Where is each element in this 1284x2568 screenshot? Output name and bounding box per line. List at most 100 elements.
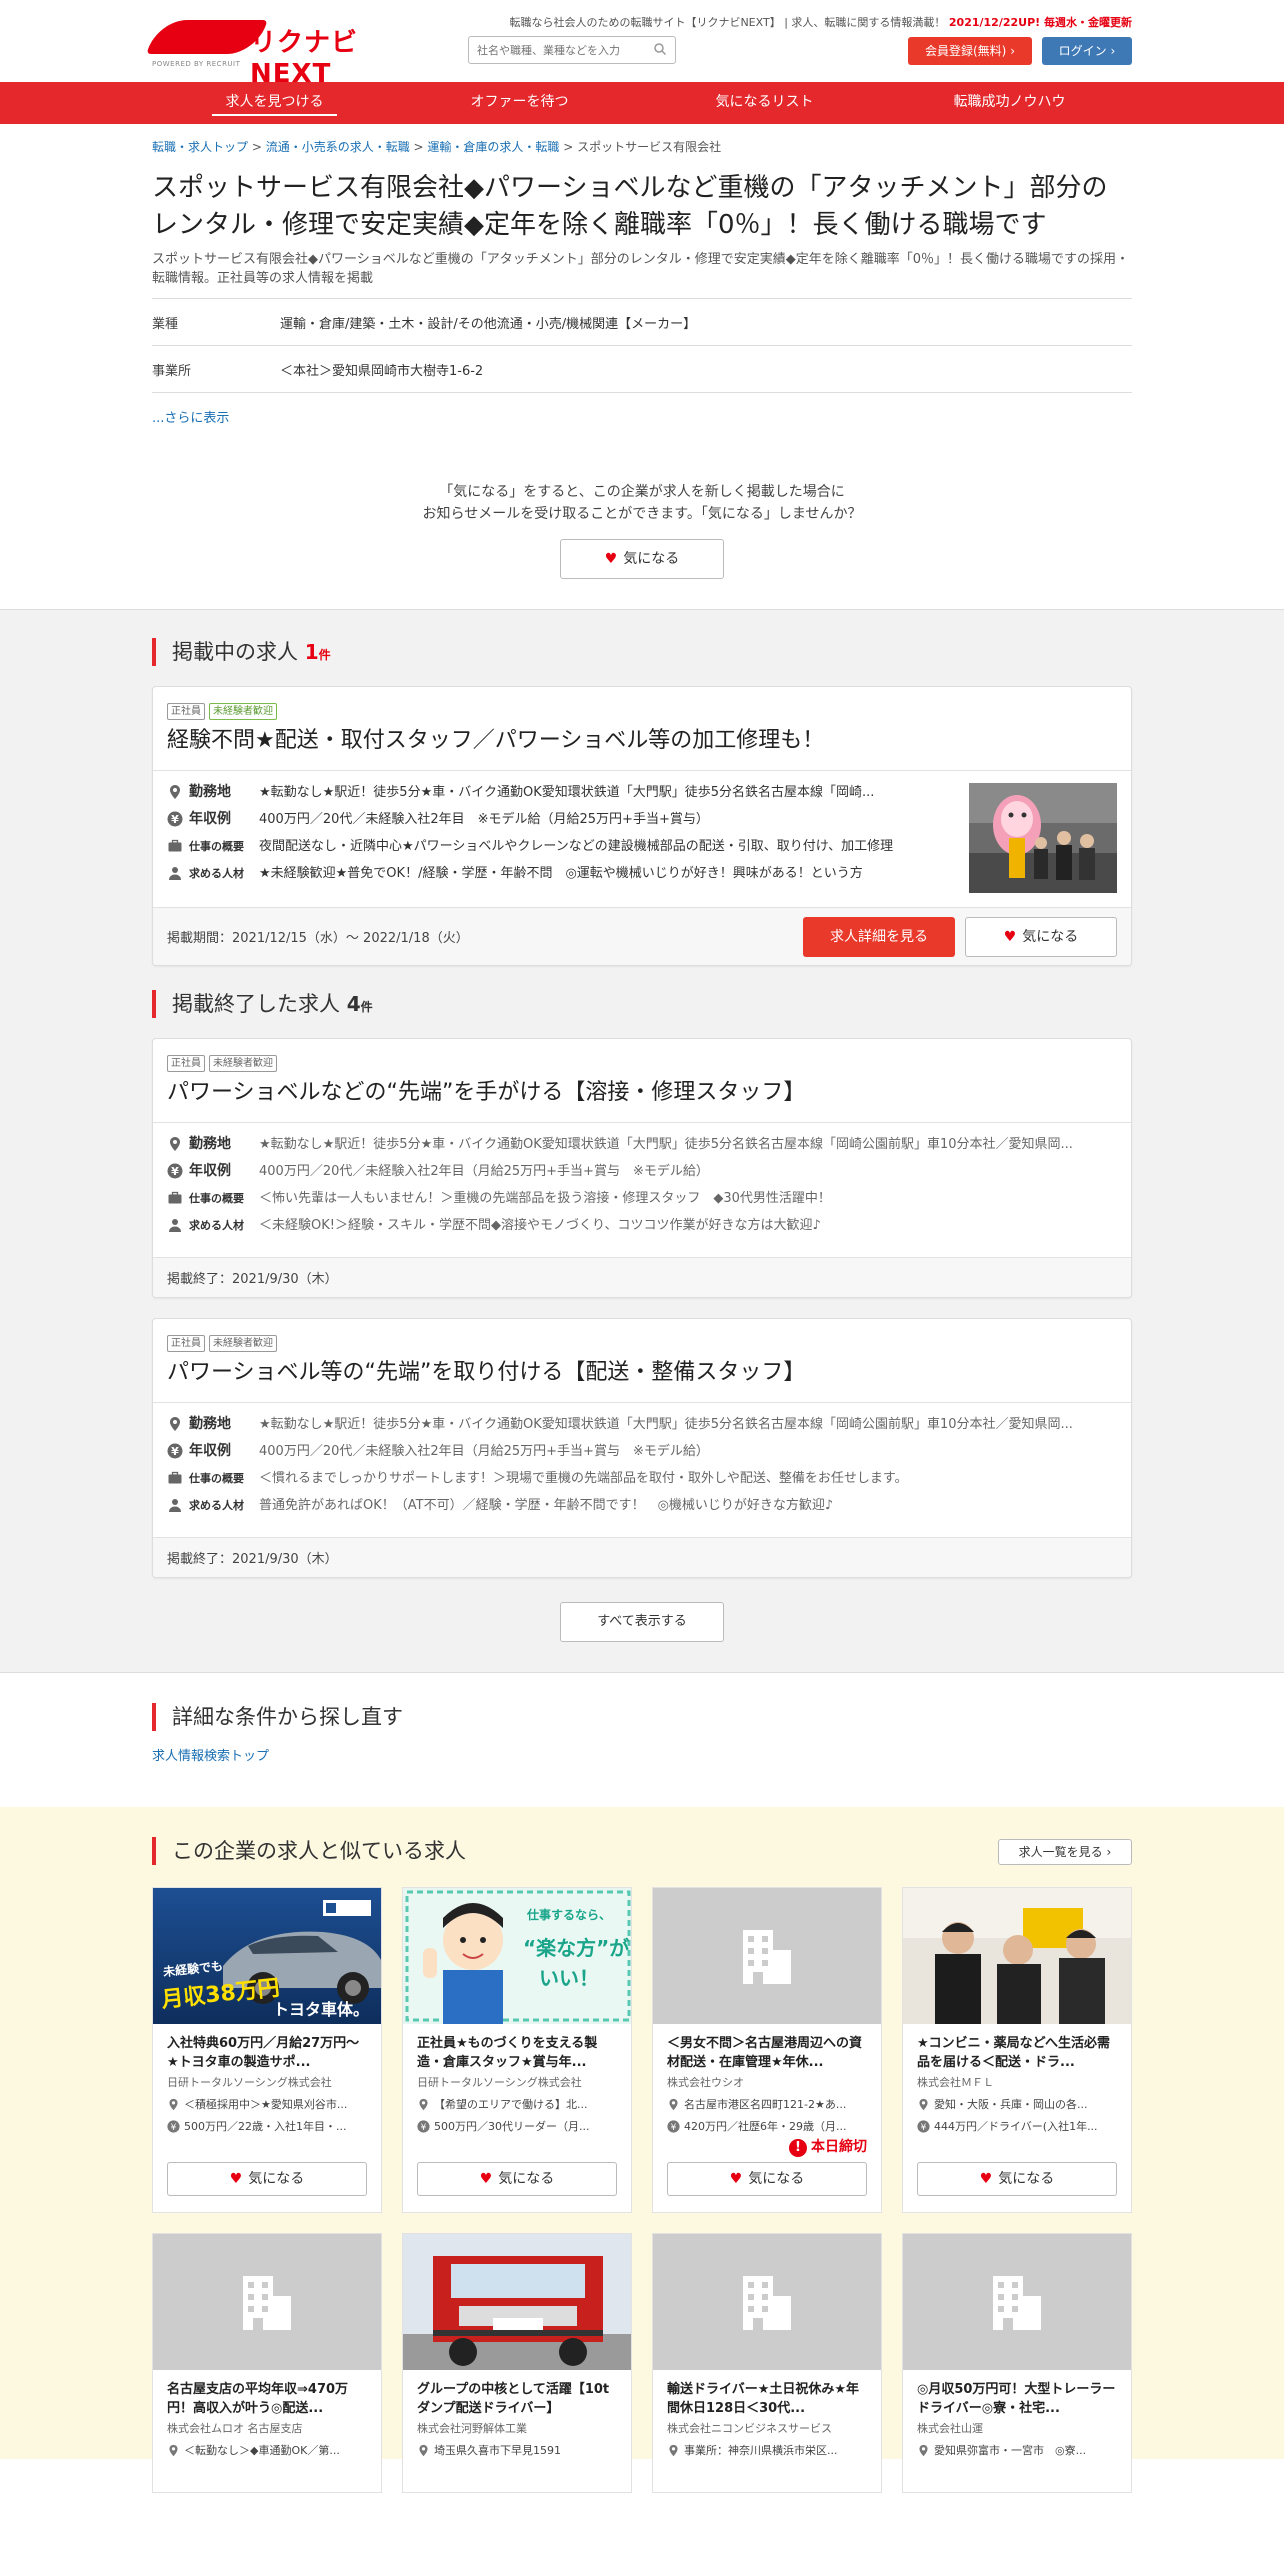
row-label: 求める人材 (167, 1216, 259, 1235)
card-company: 株式会社河野解体工業 (417, 2422, 527, 2435)
card-body: ＜男女不問＞名古屋港周辺への資材配送・在庫管理★年休... 株式会社ウシオ 名古… (653, 2024, 881, 2134)
map-pin-icon (669, 2098, 678, 2110)
card-company: 株式会社ウシオ (667, 2076, 744, 2089)
company-favorite-button[interactable]: ♥ 気になる (560, 539, 724, 579)
job-image (653, 1888, 881, 2024)
job-card-header: 正社員 未経験者歓迎 経験不問★配送・取付スタッフ／パワーショベル等の加工修理も… (153, 687, 1131, 771)
job-row-location: 勤務地 ★転勤なし★駅近！徒歩5分★車・バイク通勤OK愛知環状鉄道「大門駅」徒歩… (167, 1415, 1117, 1434)
row-label-text: 求める人材 (189, 1219, 244, 1232)
row-value: 400万円／20代／未経験入社2年目（月給25万円+手当+賞与 ※モデル給） (259, 1444, 709, 1459)
row-label-text: 勤務地 (189, 1416, 231, 1432)
card-location: 【希望のエリアで働ける】北... (417, 2096, 617, 2112)
job-title[interactable]: 経験不問★配送・取付スタッフ／パワーショベル等の加工修理も！ (167, 726, 1117, 756)
login-button[interactable]: ログイン › (1042, 37, 1132, 65)
count-unit: 件 (318, 648, 331, 662)
nav-wait-offers[interactable]: オファーを待つ (397, 82, 642, 124)
card-title[interactable]: 名古屋支店の平均年収⇒470万円！高収入が叶う◎配送... (167, 2380, 367, 2418)
ended-job-card[interactable]: 正社員 未経験者歓迎 パワーショベルなどの“先端”を手がける【溶接・修理スタッフ… (152, 1038, 1132, 1298)
map-pin-icon (169, 2444, 178, 2456)
card-location: 埼玉県久喜市下早見1591 (417, 2442, 617, 2458)
show-more-link[interactable]: ...さらに表示 (152, 411, 229, 426)
nav-favorites[interactable]: 気になるリスト (642, 82, 887, 124)
card-favorite-button[interactable]: ♥ 気になる (667, 2162, 867, 2196)
count-number: 1 (304, 640, 319, 664)
map-pin-icon (919, 2098, 928, 2110)
ended-job-card[interactable]: 正社員 未経験者歓迎 パワーショベル等の“先端”を取り付ける【配送・整備スタッフ… (152, 1318, 1132, 1578)
row-value: 400万円／20代／未経験入社2年目（月給25万円+手当+賞与 ※モデル給） (259, 1164, 709, 1179)
keyword-search-input[interactable] (468, 36, 676, 64)
job-image (653, 2234, 881, 2370)
card-favorite-button[interactable]: ♥ 気になる (917, 2162, 1117, 2196)
banner-line-1: 仕事するなら、 (527, 1908, 612, 1922)
register-button[interactable]: 会員登録(無料) › (908, 37, 1032, 65)
card-location: 事業所：神奈川県横浜市栄区... (667, 2442, 867, 2458)
similar-job-card[interactable]: 輸送ドライバー★土日祝休み★年間休日128日＜30代... 株式会社ニコンビジネ… (652, 2233, 882, 2493)
nav-find-jobs[interactable]: 求人を見つける (152, 82, 397, 124)
row-value: 400万円／20代／未経験入社2年目 ※モデル給（月給25万円+手当+賞与） (259, 812, 709, 827)
active-jobs-count: 1件 (305, 640, 331, 664)
row-value: ★転勤なし★駅近！徒歩5分★車・バイク通勤OK愛知環状鉄道「大門駅」徒歩5分名鉄… (259, 785, 875, 800)
breadcrumb-link-top[interactable]: 転職・求人トップ (152, 140, 248, 154)
card-title[interactable]: 入社特典60万円／月給27万円～★トヨタ車の製造サポ... (167, 2034, 367, 2072)
search-again-section: 詳細な条件から探し直す 求人情報検索トップ (152, 1673, 1132, 1807)
similar-job-card[interactable]: 名古屋支店の平均年収⇒470万円！高収入が叶う◎配送... 株式会社ムロオ 名古… (152, 2233, 382, 2493)
card-favorite-button[interactable]: ♥ 気になる (167, 2162, 367, 2196)
card-location-text: 事業所：神奈川県横浜市栄区... (684, 2444, 838, 2457)
job-photo[interactable] (969, 783, 1117, 893)
card-salary-text: 420万円／社歴6年・29歳（月... (684, 2120, 847, 2133)
card-favorite-button[interactable]: ♥ 気になる (417, 2162, 617, 2196)
svg-text:¥: ¥ (671, 2122, 677, 2132)
heart-icon: ♥ (729, 2171, 743, 2187)
staff-photo-image (903, 1888, 1131, 2024)
nav-knowhow[interactable]: 転職成功ノウハウ (887, 82, 1132, 124)
row-value: ＜慣れるまでしっかりサポートします！＞現場で重機の先端部品を取付・取外しや配送、… (259, 1471, 908, 1486)
row-label-text: 年収例 (189, 1163, 231, 1179)
similar-job-card[interactable]: ★コンビニ・薬局などへ生活必需品を届ける＜配送・ドラ... 株式会社ＭＦＬ 愛知… (902, 1887, 1132, 2213)
card-body: 正社員★ものづくりを支える製造・倉庫スタッフ★賞与年... 日研トータルソーシン… (403, 2024, 631, 2134)
show-all-jobs-button[interactable]: すべて表示する (560, 1602, 724, 1642)
map-pin-icon (170, 1417, 180, 1431)
card-title[interactable]: グループの中核として活躍【10tダンプ配送ドライバー】 (417, 2380, 617, 2418)
site-logo[interactable]: リクナビNEXT POWERED BY RECRUIT (146, 18, 402, 89)
row-label-text: 求める人材 (189, 867, 244, 880)
similar-job-card[interactable]: ＜男女不問＞名古屋港周辺への資材配送・在庫管理★年休... 株式会社ウシオ 名古… (652, 1887, 882, 2213)
card-title[interactable]: 輸送ドライバー★土日祝休み★年間休日128日＜30代... (667, 2380, 867, 2418)
job-title[interactable]: パワーショベルなどの“先端”を手がける【溶接・修理スタッフ】 (167, 1078, 1117, 1108)
similar-job-card[interactable]: 仕事するなら、 “楽な方”が いい！ 正社員★ものづくりを支える製造・倉庫スタッ… (402, 1887, 632, 2213)
similar-header: この企業の求人と似ている求人 求人一覧を見る › (152, 1837, 1132, 1867)
job-card-header: 正社員 未経験者歓迎 パワーショベルなどの“先端”を手がける【溶接・修理スタッフ… (153, 1039, 1131, 1123)
alert-icon: ! (789, 2139, 807, 2157)
row-label-text: 年収例 (189, 811, 231, 827)
job-favorite-button[interactable]: ♥ 気になる (965, 916, 1117, 957)
svg-text:¥: ¥ (171, 2122, 177, 2132)
chevron-right-icon: › (1010, 44, 1015, 58)
map-pin-icon (170, 785, 180, 799)
row-label-text: 勤務地 (189, 784, 231, 800)
job-tag: 正社員 (167, 1055, 205, 1072)
card-title[interactable]: ★コンビニ・薬局などへ生活必需品を届ける＜配送・ドラ... (917, 2034, 1117, 2072)
card-location-text: 愛知県弥富市・一宮市 ◎寮... (934, 2444, 1087, 2457)
job-detail-button[interactable]: 求人詳細を見る (803, 916, 955, 957)
similar-job-card[interactable]: グループの中核として活躍【10tダンプ配送ドライバー】 株式会社河野解体工業 埼… (402, 2233, 632, 2493)
register-label: 会員登録(無料) (924, 44, 1007, 58)
similar-jobs-grid: 未経験でも 月収38万円 トヨタ車体。 入社特典60万円／月給27万円～★トヨタ… (152, 1887, 1132, 2493)
job-list-button[interactable]: 求人一覧を見る › (998, 1839, 1132, 1865)
job-search-top-link[interactable]: 求人情報検索トップ (152, 1745, 1132, 1764)
similar-job-card[interactable]: 未経験でも 月収38万円 トヨタ車体。 入社特典60万円／月給27万円～★トヨタ… (152, 1887, 382, 2213)
card-title[interactable]: ◎月収50万円可！大型トレーラードライバー◎寮・社宅... (917, 2380, 1117, 2418)
similar-job-card[interactable]: ◎月収50万円可！大型トレーラードライバー◎寮・社宅... 株式会社山運 愛知県… (902, 2233, 1132, 2493)
active-job-card[interactable]: 正社員 未経験者歓迎 経験不問★配送・取付スタッフ／パワーショベル等の加工修理も… (152, 686, 1132, 966)
info-value: 運輸・倉庫/建築・土木・設計/その他流通・小売/機械関連【メーカー】 (280, 316, 697, 332)
breadcrumb-link-logistics[interactable]: 運輸・倉庫の求人・転職 (427, 140, 559, 154)
search-icon[interactable] (653, 42, 667, 56)
card-title[interactable]: ＜男女不問＞名古屋港周辺への資材配送・在庫管理★年休... (667, 2034, 867, 2072)
card-salary: ¥420万円／社歴6年・29歳（月... (667, 2118, 867, 2134)
job-title[interactable]: パワーショベル等の“先端”を取り付ける【配送・整備スタッフ】 (167, 1358, 1117, 1388)
briefcase-icon (168, 1471, 182, 1484)
heart-icon: ♥ (229, 2171, 243, 2187)
breadcrumb-sep: > (248, 140, 266, 154)
card-title[interactable]: 正社員★ものづくりを支える製造・倉庫スタッフ★賞与年... (417, 2034, 617, 2072)
row-label: 勤務地 (167, 783, 259, 802)
breadcrumb-link-retail[interactable]: 流通・小売系の求人・転職 (266, 140, 410, 154)
info-row-industry: 業種 運輸・倉庫/建築・土木・設計/その他流通・小売/機械関連【メーカー】 (152, 299, 1132, 346)
